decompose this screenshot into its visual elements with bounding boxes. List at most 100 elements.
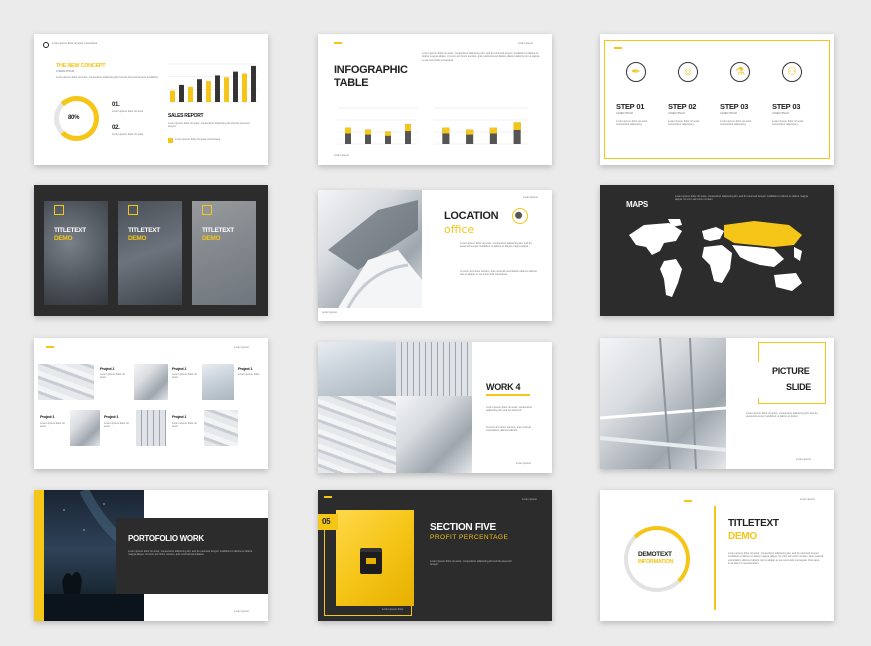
chart-bar-cap — [385, 131, 391, 136]
photo-caption: Lorem ipsum dolor — [382, 608, 404, 611]
step-title: STEP 03 — [720, 102, 748, 111]
step-text: Lorem ipsum dolor sit amet consectetur a… — [772, 120, 804, 127]
film-label — [366, 558, 376, 564]
slide-title: TITLETEXT — [728, 518, 779, 529]
picture-text: Lorem ipsum dolor sit amet, consectetur … — [746, 412, 818, 419]
header-right: Lorem ipsum — [518, 42, 533, 45]
chart-bar-cap — [405, 124, 411, 132]
footer-text: Lorem ipsum — [796, 458, 811, 461]
logo-icon — [43, 42, 49, 48]
chart-bar — [170, 90, 175, 102]
slide-projects[interactable]: Lorem ipsum Project 1 Lorem ipsum dolor … — [34, 338, 268, 469]
step-label: STEP — [772, 102, 791, 111]
chart-bar — [179, 84, 184, 102]
legend-text: Lorem ipsum dolor sit amet consectetur — [175, 138, 221, 141]
project-3-title: Project 1 — [238, 366, 253, 371]
slide-title: THE NEW CONCEPT — [56, 63, 106, 69]
slide-titletext-demo[interactable]: Lorem ipsum DEMOTEXT INFORMATION TITLETE… — [600, 490, 834, 621]
slide-subtitle: PROFIT PERCENTAGE — [430, 534, 509, 541]
card-photo-1 — [44, 201, 108, 305]
world-map — [629, 219, 802, 297]
step-title: STEP 03 — [772, 102, 800, 111]
step-sub: LOREM IPSUM — [616, 112, 633, 115]
subtitle: LOREM IPSUM — [56, 70, 75, 73]
section-text: Lorem ipsum dolor sit amet, consectetur … — [430, 560, 512, 567]
project-6-title: Project 1 — [172, 414, 187, 419]
step-label: STEP — [616, 102, 635, 111]
sales-report-title: SALES REPORT — [168, 113, 204, 119]
slide-title-1: INFOGRAPHIC — [334, 64, 408, 76]
work-text-1: Lorem ipsum dolor sit amet, consectetur … — [486, 406, 533, 413]
body-text: Lorem ipsum dolor sit amet, consectetur … — [728, 552, 824, 566]
work-photo-1 — [318, 342, 396, 396]
step-sub: LOREM IPSUM — [668, 112, 685, 115]
work-photo-2 — [396, 342, 472, 396]
picture-lines — [600, 338, 726, 469]
project-3-text: Lorem ipsum dolor — [238, 373, 260, 376]
work-photo-4 — [396, 396, 472, 473]
step-text: Lorem ipsum dolor sit amet consectetur a… — [668, 120, 700, 127]
microscope-icon: ⚗ — [730, 62, 750, 82]
card-2-sub: DEMO — [128, 235, 147, 242]
chart-bar-cap — [513, 122, 521, 130]
project-photo-5 — [136, 410, 166, 446]
slide-steps[interactable]: ✒ STEP 01 LOREM IPSUM Lorem ipsum dolor sit … — [600, 34, 834, 165]
project-1-title: Project 1 — [100, 366, 115, 371]
header-right: Lorem ipsum — [522, 498, 537, 501]
slide-work-4[interactable]: WORK 4 Lorem ipsum dolor sit amet, conse… — [318, 342, 552, 473]
work-photo-3 — [318, 396, 396, 473]
slide-title: WORK 4 — [486, 382, 521, 392]
section-number: 05 — [322, 517, 331, 526]
card-2-title: TITLETEXT — [128, 227, 160, 234]
project-5-title: Project 1 — [104, 414, 119, 419]
legend-swatch — [168, 138, 173, 143]
slide-title: PORTOFOLIO WORK — [128, 534, 204, 543]
chart-bar — [251, 65, 256, 102]
slide-section-five[interactable]: Lorem ipsum 05 Lorem ipsum dolor SECTION… — [318, 490, 552, 621]
project-4-title: Project 1 — [40, 414, 55, 419]
sales-bar-chart — [168, 63, 258, 103]
card-frame-3 — [202, 205, 212, 215]
sales-report-text: Lorem ipsum dolor sit amet, consectetur … — [168, 122, 250, 129]
logo-mark — [46, 346, 54, 348]
project-2-title: Project 1 — [172, 366, 187, 371]
slide-picture-slide[interactable]: PICTURE SLIDE Lorem ipsum dolor sit amet… — [600, 338, 834, 469]
portfolio-text: Lorem ipsum dolor sit amet, consectetur … — [128, 550, 253, 557]
slide-the-new-concept[interactable]: Lorem ipsum dolor sit amet consectetur T… — [34, 34, 268, 165]
slide-subtitle: DEMO — [728, 531, 757, 542]
slide-title-1: PICTURE — [772, 366, 810, 376]
card-3-sub: DEMO — [202, 235, 221, 242]
slide-portofolio-work[interactable]: PORTOFOLIO WORK Lorem ipsum dolor sit am… — [34, 490, 268, 621]
intro-text: Lorem ipsum dolor sit amet, consectetur … — [56, 76, 158, 79]
work-text-2: Ut enim ad minim veniam, quis nostrud ex… — [486, 426, 531, 433]
vertical-divider — [714, 506, 716, 610]
chart-bar — [215, 75, 220, 102]
yellow-strip — [34, 490, 44, 621]
slide-title-2: TABLE — [334, 77, 369, 89]
slide-infographic-table[interactable]: Lorem ipsum INFOGRAPHIC TABLE Lorem ipsu… — [318, 34, 552, 165]
progress-value: 80% — [68, 115, 80, 121]
person-icon: ☺ — [678, 62, 698, 82]
footer-text: Lorem ipsum — [234, 610, 249, 613]
globe-icon — [512, 208, 528, 224]
logo-mark — [684, 500, 692, 502]
chart-bar — [206, 81, 211, 102]
slide-location-office[interactable]: Lorem ipsum Lorem ipsum LOCATION office … — [318, 190, 552, 321]
slide-maps[interactable]: MAPS Lorem ipsum dolor sit amet, consect… — [600, 185, 834, 316]
card-frame-2 — [128, 205, 138, 215]
group-icon: ⚇ — [782, 62, 802, 82]
footer-text: Lorem ipsum — [334, 154, 349, 157]
left-bar-chart — [338, 107, 418, 145]
logo-mark — [614, 47, 622, 49]
step-number: 03 — [792, 102, 801, 111]
step-text: Lorem ipsum dolor sit amet consectetur a… — [616, 120, 648, 127]
point-2-text: Lorem ipsum dolor sit amet — [112, 133, 144, 136]
step-number: 03 — [740, 102, 749, 111]
footer-text: Lorem ipsum — [516, 462, 531, 465]
step-number: 02 — [688, 102, 697, 111]
body-text: Lorem ipsum dolor sit amet, consectetur … — [422, 52, 540, 62]
card-1-sub: DEMO — [54, 235, 73, 242]
slide-titletext-cards[interactable]: TITLETEXT DEMO TITLETEXT DEMO TITLETEXT … — [34, 185, 268, 316]
slide-title: SECTION FIVE — [430, 522, 496, 533]
header-right: Lorem ipsum — [800, 498, 815, 501]
